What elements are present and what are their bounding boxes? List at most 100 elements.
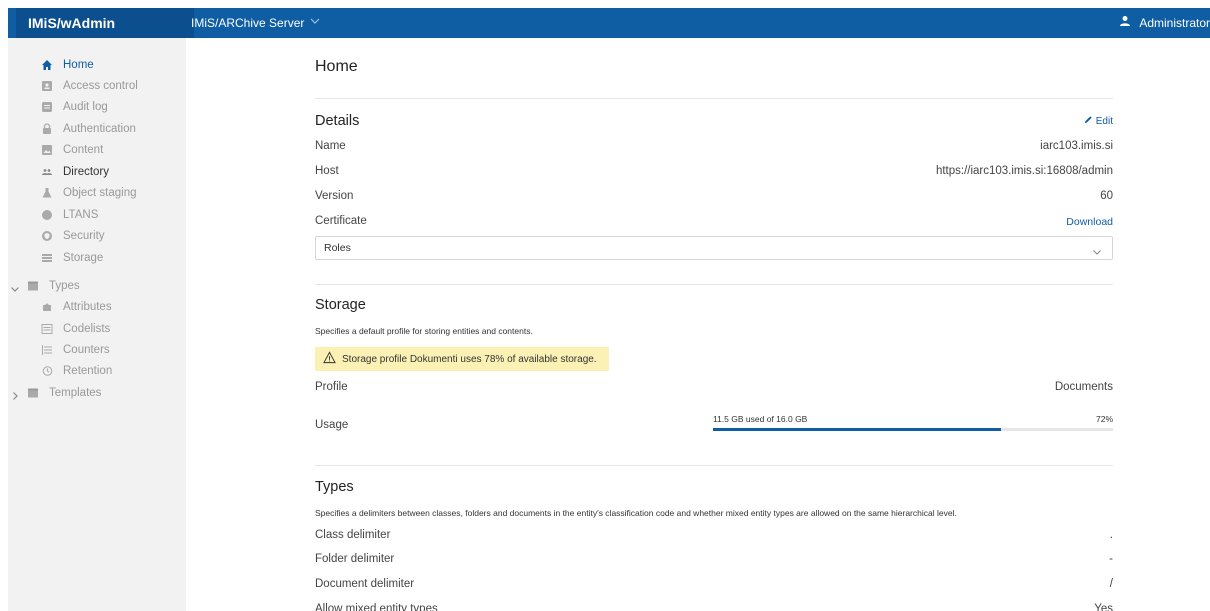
sidebar-item-retention[interactable]: Retention [41, 361, 112, 381]
usage-label: Usage [315, 419, 349, 431]
circle-icon [41, 209, 53, 221]
counter-icon [41, 344, 53, 356]
warning-text: Storage profile Dokumenti uses 78% of av… [342, 353, 597, 365]
types-title: Types [315, 479, 354, 495]
usage-progress-bar [713, 428, 1113, 431]
profile-value: Documents [1054, 381, 1113, 393]
type-value: . [1109, 529, 1113, 541]
sidebar-item-label: Access control [63, 80, 138, 92]
home-icon [41, 59, 53, 71]
sidebar-item-label: Counters [63, 344, 110, 356]
usage-progress-fill [713, 428, 1001, 431]
shield-icon [41, 230, 53, 242]
server-name: IMiS/ARChive Server [191, 16, 305, 30]
users-icon [41, 166, 53, 178]
sidebar-item-label: Security [63, 230, 105, 242]
user-name: Administrator [1139, 16, 1210, 30]
sidebar-item-directory[interactable]: Directory [41, 162, 109, 182]
divider [315, 98, 1113, 99]
type-value: / [1109, 578, 1113, 590]
detail-label: Certificate [315, 215, 367, 227]
sidebar-item-counters[interactable]: Counters [41, 340, 110, 360]
sidebar-item-authentication[interactable]: Authentication [41, 119, 136, 139]
profile-label: Profile [315, 381, 348, 393]
sidebar-item-audit-log[interactable]: Audit log [41, 97, 108, 117]
detail-value: https://iarc103.imis.si:16808/admin [935, 165, 1113, 177]
details-title: Details [315, 113, 360, 129]
sidebar-item-types[interactable]: Types [27, 276, 80, 296]
edit-label: Edit [1095, 115, 1113, 127]
top-bar: IMiS/wAdmin IMiS/ARChive Server Administ… [8, 8, 1210, 38]
sidebar-item-label: Authentication [63, 123, 136, 135]
chevron-down-icon [309, 8, 321, 38]
types-description: Specifies a delimiters between classes, … [315, 508, 957, 518]
lock-icon [41, 123, 53, 135]
sidebar-item-storage[interactable]: Storage [41, 248, 103, 268]
chevron-down-icon [1092, 243, 1102, 255]
chevron-down-icon[interactable] [10, 281, 20, 292]
user-menu[interactable]: Administrator [1119, 8, 1210, 38]
folder-icon [27, 387, 39, 399]
edit-button[interactable]: Edit [1084, 115, 1113, 127]
divider [315, 284, 1113, 285]
detail-value: iarc103.imis.si [1040, 140, 1113, 152]
sidebar-item-attributes[interactable]: Attributes [41, 297, 112, 317]
divider [315, 465, 1113, 466]
type-label: Folder delimiter [315, 553, 395, 565]
sidebar-item-label: Types [49, 280, 80, 292]
warning-icon [323, 351, 336, 367]
image-icon [41, 144, 53, 156]
sidebar-item-label: Attributes [63, 301, 112, 313]
chevron-right-icon[interactable] [10, 388, 20, 400]
sidebar-item-templates[interactable]: Templates [27, 383, 101, 403]
storage-icon [41, 252, 53, 264]
sidebar-item-label: LTANS [63, 209, 99, 221]
folder-icon [27, 280, 39, 292]
roles-dropdown[interactable]: Roles [315, 236, 1113, 260]
sidebar-item-label: Retention [63, 365, 113, 377]
pencil-icon [1084, 115, 1093, 127]
sidebar-item-object-staging[interactable]: Object staging [41, 183, 137, 203]
app-brand[interactable]: IMiS/wAdmin [16, 8, 194, 38]
sidebar-item-label: Storage [63, 252, 104, 264]
type-label: Allow mixed entity types [315, 603, 438, 611]
sidebar-item-label: Templates [49, 387, 102, 399]
sidebar-item-label: Home [63, 59, 94, 71]
page-title: Home [315, 58, 358, 75]
sidebar-item-codelists[interactable]: Codelists [41, 319, 110, 339]
sidebar-item-label: Directory [63, 166, 110, 178]
storage-description: Specifies a default profile for storing … [315, 326, 533, 336]
sidebar-item-label: Object staging [63, 187, 137, 199]
detail-label: Version [315, 190, 354, 202]
detail-label: Name [315, 140, 346, 152]
sidebar-item-content[interactable]: Content [41, 140, 103, 160]
type-value: - [1109, 553, 1113, 565]
type-value: Yes [1094, 603, 1113, 611]
sidebar-item-ltans[interactable]: LTANS [41, 205, 98, 225]
server-selector[interactable]: IMiS/ARChive Server [191, 8, 321, 38]
flask-icon [41, 187, 53, 199]
list-icon [41, 323, 53, 335]
sidebar-item-label: Codelists [63, 323, 111, 335]
puzzle-icon [41, 301, 53, 313]
usage-text: 11.5 GB used of 16.0 GB [713, 414, 808, 424]
id-card-icon [41, 80, 53, 92]
storage-title: Storage [315, 297, 366, 313]
user-icon [1119, 8, 1131, 38]
sidebar-item-label: Content [63, 144, 104, 156]
history-icon [41, 365, 53, 377]
detail-value: 60 [1100, 190, 1113, 202]
sidebar-item-access-control[interactable]: Access control [41, 76, 138, 96]
type-label: Class delimiter [315, 529, 391, 541]
sidebar-item-home[interactable]: Home [41, 55, 94, 75]
sidebar-item-security[interactable]: Security [41, 226, 105, 246]
download-certificate-link[interactable]: Download [1066, 216, 1113, 228]
sidebar: Home Access control Audit log Authentica… [8, 38, 186, 611]
detail-label: Host [315, 165, 339, 177]
usage-percent: 72% [1095, 414, 1113, 424]
sidebar-item-label: Audit log [63, 101, 108, 113]
storage-warning: Storage profile Dokumenti uses 78% of av… [315, 347, 609, 371]
log-icon [41, 101, 53, 113]
type-label: Document delimiter [315, 578, 415, 590]
roles-label: Roles [324, 242, 351, 254]
